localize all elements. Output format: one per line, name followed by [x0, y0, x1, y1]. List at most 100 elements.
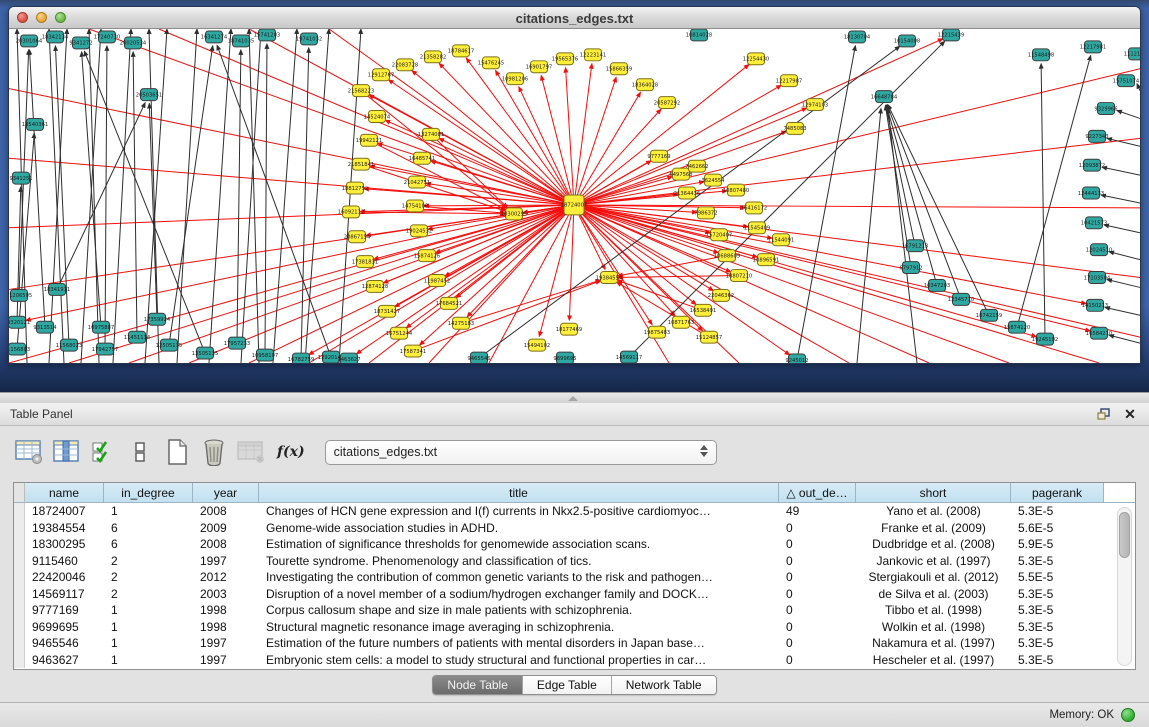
network-node[interactable]: 11121074	[1124, 48, 1140, 60]
tab-edge-table[interactable]: Edge Table	[523, 676, 612, 694]
network-node[interactable]: 9341272	[69, 37, 92, 49]
network-node[interactable]: 11548498	[1028, 49, 1054, 61]
network-node[interactable]: 9313514	[33, 321, 56, 333]
network-node[interactable]: 9245012	[785, 354, 808, 363]
network-node[interactable]: 14150213	[1082, 299, 1108, 311]
network-node[interactable]: 17684521	[436, 297, 462, 309]
column-header[interactable]: in_degree	[104, 483, 193, 503]
table-row[interactable]: 969969511998Structural magnetic resonanc…	[14, 619, 1135, 636]
network-node[interactable]: 10421573	[1081, 217, 1107, 229]
network-node[interactable]: 22083728	[392, 59, 418, 71]
network-node[interactable]: 10981206	[502, 73, 528, 85]
network-node[interactable]: 15124857	[696, 331, 722, 343]
float-panel-icon[interactable]	[1095, 406, 1113, 422]
function-builder-icon[interactable]: f(x)	[277, 444, 305, 460]
network-node[interactable]: 21358282	[420, 51, 446, 63]
close-panel-icon[interactable]: ✕	[1121, 406, 1139, 422]
network-node[interactable]: 18812752	[342, 182, 368, 194]
network-node[interactable]: 9777169	[647, 150, 670, 162]
network-node[interactable]: 12444133	[1078, 187, 1104, 199]
network-node[interactable]: 19245102	[1032, 333, 1058, 345]
network-node[interactable]: 20587292	[654, 97, 680, 109]
network-node[interactable]: 14275183	[448, 317, 474, 329]
network-node[interactable]: 14569117	[616, 351, 642, 363]
network-node[interactable]: 3624554	[701, 174, 724, 186]
network-node[interactable]: 20301064	[16, 35, 42, 47]
deselect-rows-icon[interactable]	[125, 438, 155, 466]
network-node[interactable]: 15751074	[1113, 75, 1139, 87]
network-node[interactable]: 16341274	[201, 31, 227, 43]
network-node[interactable]: 15476245	[478, 57, 504, 69]
network-node[interactable]: 22046362	[708, 289, 734, 301]
network-node[interactable]: 16416172	[741, 202, 767, 214]
network-node[interactable]: 10896591	[753, 254, 779, 266]
table-mode-icon[interactable]	[14, 438, 44, 466]
network-node[interactable]: 20020534	[120, 37, 146, 49]
table-scrollbar[interactable]	[1117, 507, 1132, 666]
network-node[interactable]: 10347203	[924, 280, 950, 292]
table-row[interactable]: 977716911998Corpus callosum shape and si…	[14, 602, 1135, 619]
scrollbar-thumb[interactable]	[1119, 512, 1130, 558]
network-node[interactable]: 15866359	[606, 63, 632, 75]
table-row[interactable]: 946362711997Embryonic stem cells: a mode…	[14, 652, 1135, 669]
network-node[interactable]: 9699695	[553, 352, 576, 363]
column-header[interactable]: pagerank	[1011, 483, 1104, 503]
network-node[interactable]: 10814028	[686, 29, 712, 41]
network-node[interactable]: 16092112	[338, 206, 364, 218]
network-node[interactable]: 16538491	[690, 304, 716, 316]
network-node[interactable]: 18742159	[976, 309, 1002, 321]
network-node[interactable]: 18130704	[844, 31, 870, 43]
network-node[interactable]: 16782759	[288, 353, 314, 363]
network-node[interactable]: 9465546	[467, 352, 490, 363]
table-row[interactable]: 1872400712008Changes of HCN gene express…	[14, 503, 1135, 520]
network-node[interactable]: 9227343	[1085, 130, 1108, 142]
network-node[interactable]: 16901797	[526, 61, 552, 73]
network-node[interactable]: 12912767	[368, 69, 394, 81]
network-node[interactable]: 12093872	[1079, 159, 1105, 171]
network-node[interactable]: 9329966	[1094, 103, 1117, 115]
network-node[interactable]: 18177469	[556, 323, 582, 335]
column-header[interactable]: △ out_de…	[779, 483, 856, 503]
network-node[interactable]: 19741032	[296, 33, 322, 45]
network-node[interactable]: 7986372	[694, 207, 717, 219]
network-node[interactable]: 10154008	[894, 35, 920, 47]
table-row[interactable]: 2242004622012Investigating the contribut…	[14, 569, 1135, 586]
minimize-button[interactable]	[36, 12, 47, 23]
table-select-dropdown[interactable]: citations_edges.txt	[325, 440, 717, 465]
new-column-icon[interactable]	[162, 438, 192, 466]
network-node[interactable]: 16584210	[1086, 327, 1112, 339]
network-node[interactable]: 7485083	[783, 122, 806, 134]
select-all-icon[interactable]	[88, 438, 118, 466]
panel-divider[interactable]	[0, 392, 1149, 403]
network-node[interactable]: 12345710	[948, 293, 974, 305]
network-node[interactable]: 18364028	[632, 79, 658, 91]
network-window-titlebar[interactable]: citations_edges.txt	[9, 7, 1140, 29]
network-node[interactable]: 15494102	[524, 339, 550, 351]
network-node[interactable]: 15874126	[414, 250, 440, 262]
network-node[interactable]: 6797912	[899, 262, 922, 274]
table-row[interactable]: 911546021997Tourette syndrome. Phenomeno…	[14, 553, 1135, 570]
table-row[interactable]: 946554611997Estimation of the future num…	[14, 635, 1135, 652]
network-node[interactable]: 9341251	[9, 172, 32, 184]
close-button[interactable]	[17, 12, 28, 23]
network-node[interactable]: 11545409	[744, 222, 770, 234]
network-node[interactable]: 15874120	[1004, 321, 1030, 333]
show-columns-icon[interactable]	[51, 438, 81, 466]
tab-network-table[interactable]: Network Table	[612, 676, 716, 694]
table-row[interactable]: 1938455462009Genome-wide association stu…	[14, 520, 1135, 537]
table-row[interactable]: 1830029562008Estimation of significance …	[14, 536, 1135, 553]
network-node[interactable]: 12217981	[1080, 41, 1106, 53]
delete-columns-icon[interactable]	[199, 438, 229, 466]
network-node[interactable]: 18342134	[42, 31, 68, 43]
network-node[interactable]: 15741203	[254, 29, 280, 41]
network-node[interactable]: 12223141	[580, 49, 606, 61]
network-node[interactable]: 12254430	[743, 53, 769, 65]
network-node[interactable]: 10807480	[723, 184, 749, 196]
network-node[interactable]: 18784617	[448, 45, 474, 57]
zoom-button[interactable]	[55, 12, 66, 23]
network-node[interactable]: 17240730	[94, 31, 120, 43]
network-node[interactable]: 13505135	[192, 347, 218, 359]
network-canvas[interactable]: 1872400721568223129127672208372821358282…	[9, 29, 1140, 363]
network-node[interactable]: 21206505	[9, 289, 32, 301]
network-node[interactable]: 11544091	[768, 234, 794, 246]
